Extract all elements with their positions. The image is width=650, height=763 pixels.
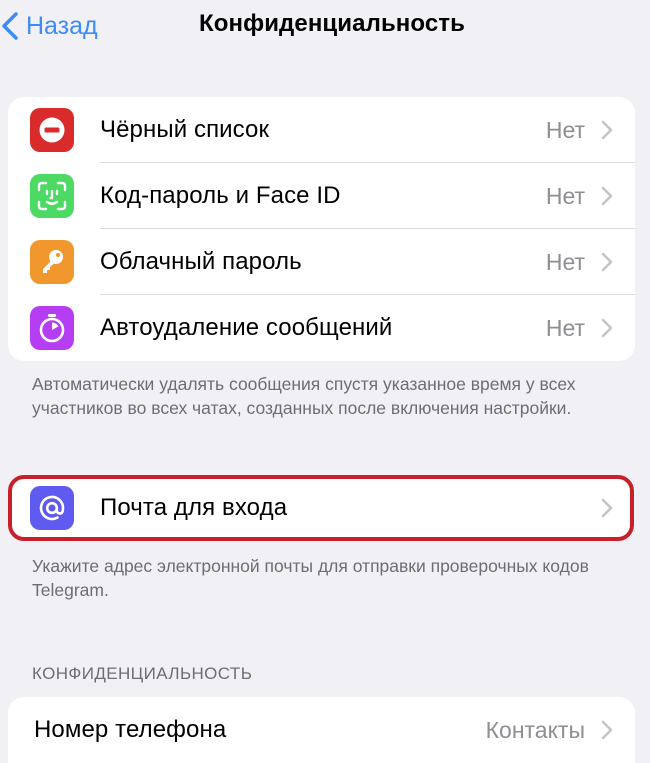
blocked-users-value: Нет — [545, 116, 585, 143]
auto-delete-value: Нет — [545, 314, 585, 341]
security-settings-group: Чёрный список Нет Код-пароль и Face ID Н… — [8, 97, 635, 361]
cloud-password-value: Нет — [545, 248, 585, 275]
chevron-right-icon — [601, 720, 613, 740]
auto-delete-label: Автоудаление сообщений — [100, 314, 393, 341]
key-icon — [30, 240, 74, 284]
phone-number-label: Номер телефона — [34, 716, 227, 743]
login-email-footnote: Укажите адрес электронной почты для отпр… — [32, 556, 589, 600]
chevron-right-icon — [601, 318, 613, 338]
block-icon — [30, 108, 74, 152]
privacy-section-header: КОНФИДЕНЦИАЛЬНОСТЬ — [32, 664, 253, 683]
passcode-face-id-label: Код-пароль и Face ID — [100, 182, 341, 209]
chevron-right-icon — [601, 498, 613, 518]
cloud-password-label: Облачный пароль — [100, 248, 302, 275]
blocked-users-row[interactable]: Чёрный список Нет — [8, 97, 635, 163]
auto-delete-row[interactable]: Автоудаление сообщений Нет — [8, 295, 635, 361]
page-title: Конфиденциальность — [199, 10, 465, 37]
chevron-right-icon — [601, 120, 613, 140]
passcode-face-id-value: Нет — [545, 182, 585, 209]
cloud-password-row[interactable]: Облачный пароль Нет — [8, 229, 635, 295]
chevron-right-icon — [601, 252, 613, 272]
privacy-group: Номер телефона Контакты — [8, 697, 635, 763]
passcode-face-id-row[interactable]: Код-пароль и Face ID Нет — [8, 163, 635, 229]
phone-number-value: Контакты — [485, 716, 585, 743]
at-icon — [30, 486, 74, 530]
auto-delete-footnote: Автоматически удалять сообщения спустя у… — [32, 374, 576, 418]
phone-number-row[interactable]: Номер телефона Контакты — [8, 697, 635, 763]
face-id-icon — [30, 174, 74, 218]
blocked-users-label: Чёрный список — [100, 116, 270, 143]
login-email-row[interactable]: Почта для входа — [8, 475, 635, 541]
login-email-group: Почта для входа — [8, 475, 635, 541]
timer-icon — [30, 306, 74, 350]
login-email-label: Почта для входа — [100, 494, 288, 521]
chevron-right-icon — [601, 186, 613, 206]
navigation-bar: Назад Конфиденциальность — [0, 0, 650, 56]
